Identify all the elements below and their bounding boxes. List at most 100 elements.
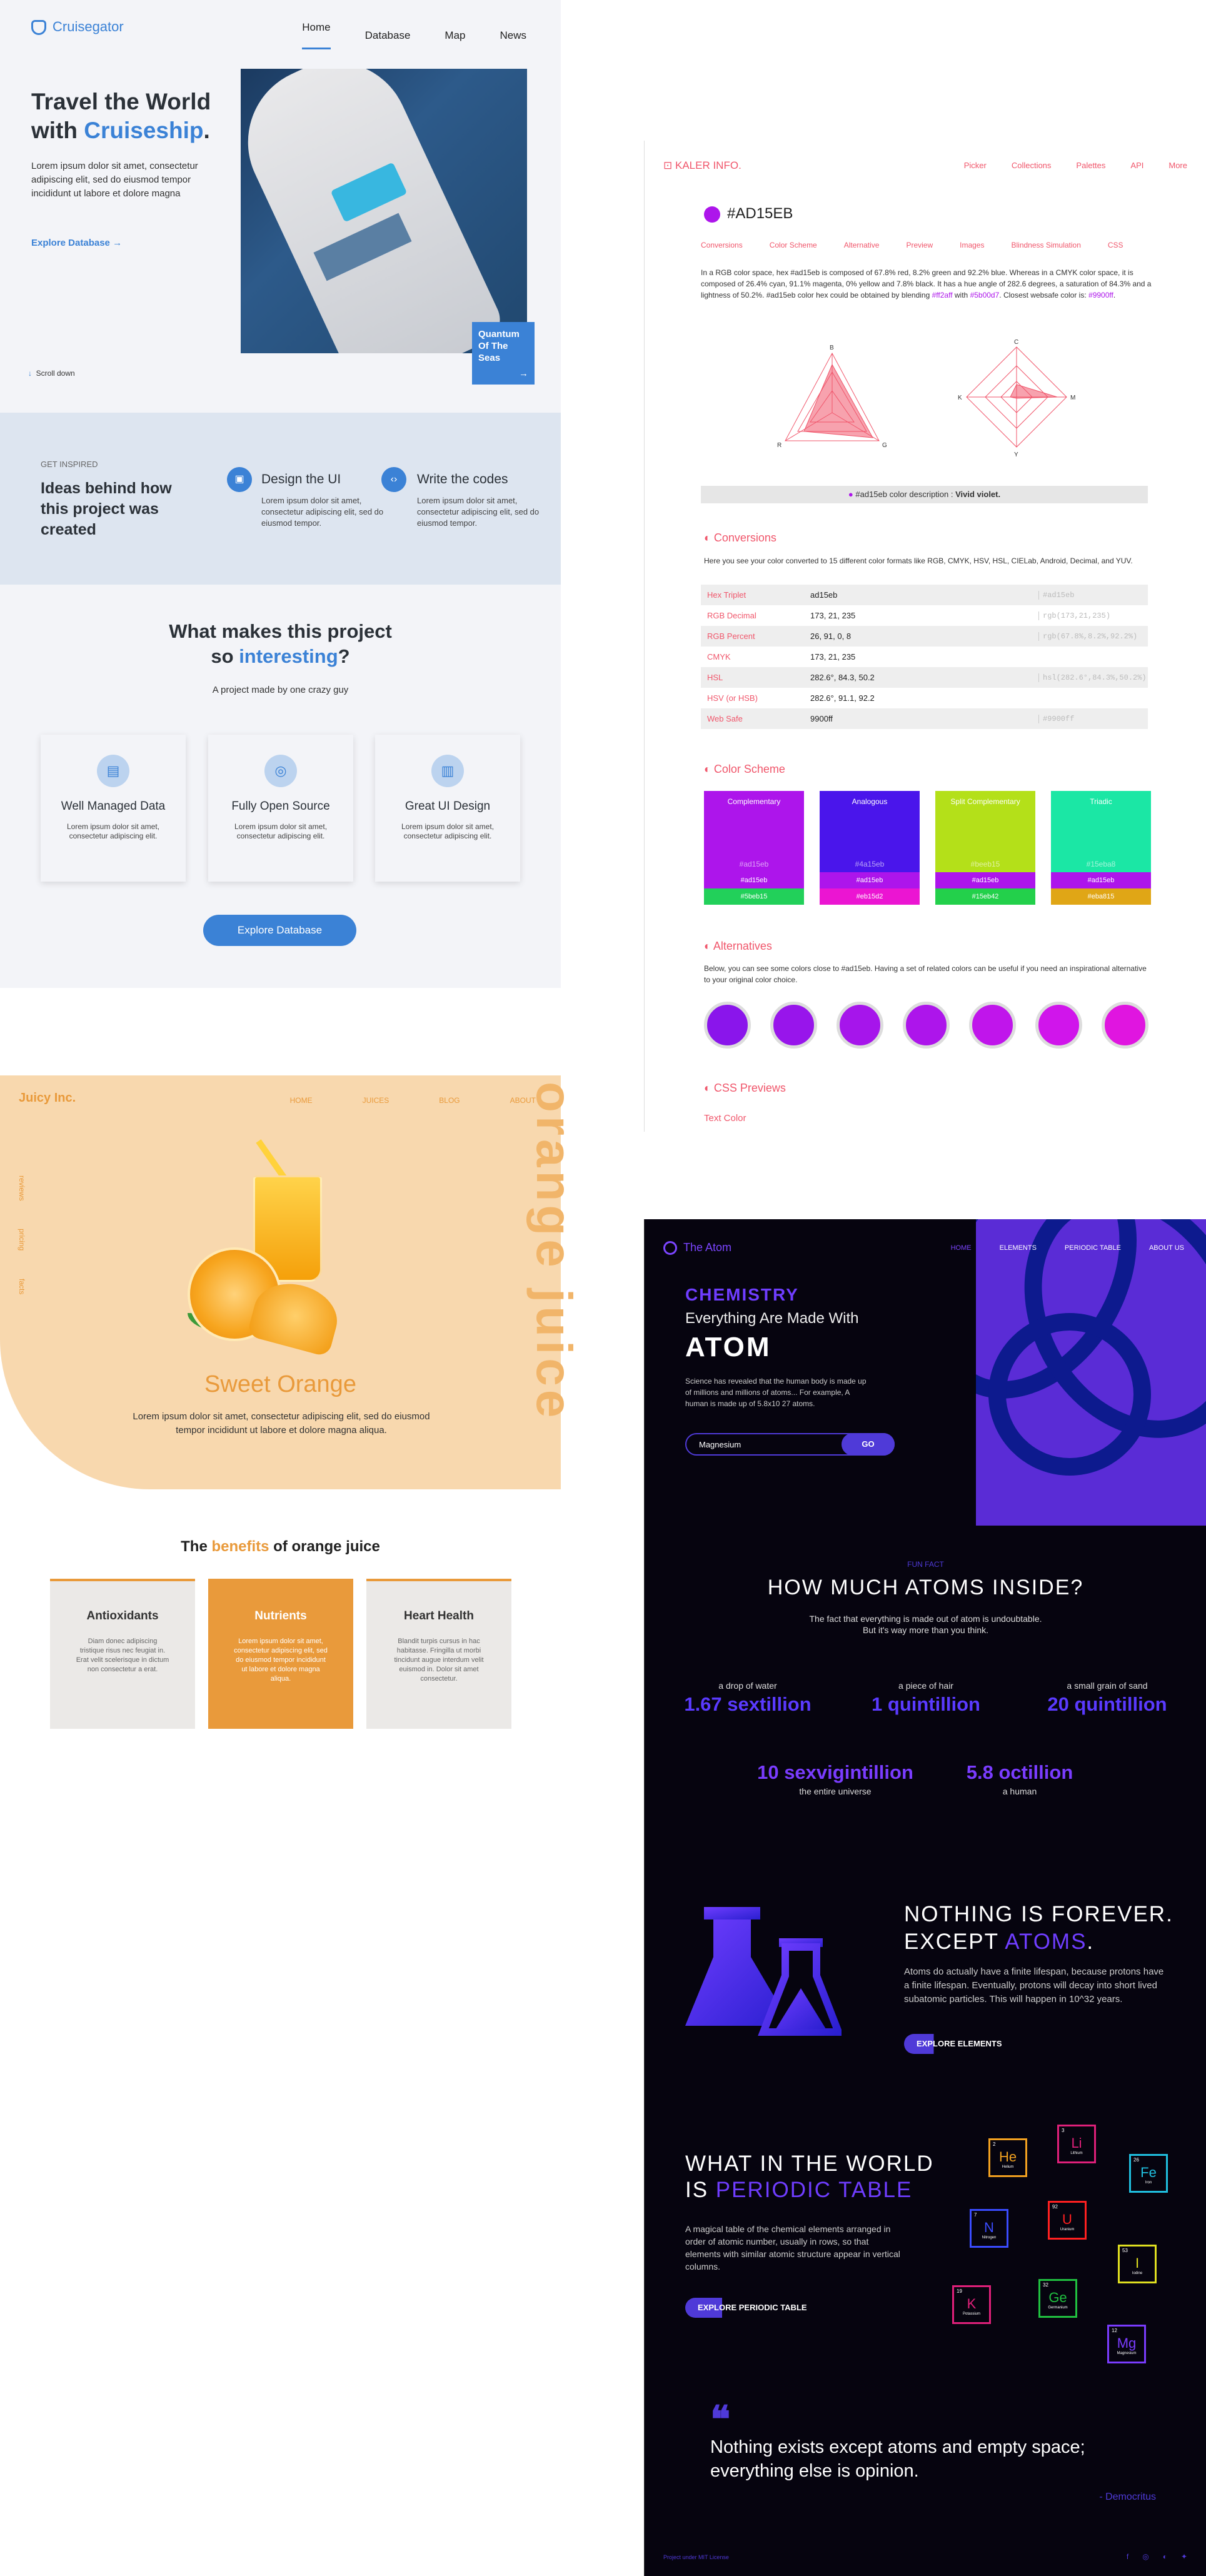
hero-title-highlight: Cruiseship xyxy=(84,118,204,143)
explore-database-link[interactable]: Explore Database → xyxy=(31,238,122,248)
nav-more[interactable]: More xyxy=(1168,161,1187,170)
tab-preview[interactable]: Preview xyxy=(906,241,933,249)
desc-websafe[interactable]: #9900ff xyxy=(1088,291,1113,299)
alt-color-swatch[interactable] xyxy=(837,1002,883,1049)
scroll-down[interactable]: ↓ Scroll down xyxy=(28,369,75,378)
hero-title: Travel the World with Cruiseship. xyxy=(31,88,238,145)
drop-icon: ◐ xyxy=(704,940,711,952)
feature-text: Lorem ipsum dolor sit amet, consectetur … xyxy=(401,822,495,840)
cruise-logo[interactable]: Cruisegator xyxy=(31,19,124,36)
element-tile[interactable]: 7 N Nitrogen xyxy=(970,2209,1008,2248)
alt-color-swatch[interactable] xyxy=(1102,1002,1148,1049)
facebook-icon[interactable]: f xyxy=(1127,2552,1128,2561)
alt-color-swatch[interactable] xyxy=(903,1002,950,1049)
feature-text: Lorem ipsum dolor sit amet, consectetur … xyxy=(234,822,328,840)
forever-end: . xyxy=(1087,1929,1095,1954)
alt-color-swatch[interactable] xyxy=(969,1002,1016,1049)
nav-about[interactable]: ABOUT US xyxy=(1149,1244,1184,1252)
stat-item: a drop of water 1.67 sextillion xyxy=(679,1681,817,1716)
arrow-right-icon: → xyxy=(113,238,123,248)
element-number: 2 xyxy=(993,2141,996,2147)
nav-juices[interactable]: JUICES xyxy=(363,1096,389,1105)
hero-title-end: . xyxy=(203,118,210,143)
ship-caption[interactable]: Quantum Of The Seas → xyxy=(472,322,535,385)
tab-alternative[interactable]: Alternative xyxy=(844,241,880,249)
element-symbol: Mg xyxy=(1117,2335,1137,2351)
scheme-split[interactable]: Split Complementary #beeb15 #ad15eb #15eb42 xyxy=(935,791,1035,905)
periodic-desc: A magical table of the chemical elements… xyxy=(685,2224,900,2272)
nav-palettes[interactable]: Palettes xyxy=(1076,161,1105,170)
nav-home[interactable]: HOME xyxy=(951,1244,972,1252)
tab-conversions[interactable]: Conversions xyxy=(701,241,743,249)
tab-images[interactable]: Images xyxy=(960,241,984,249)
atom-title: ATOM xyxy=(685,1332,771,1362)
tab-blindness[interactable]: Blindness Simulation xyxy=(1011,241,1080,249)
nav-home[interactable]: Home xyxy=(302,21,331,49)
element-tile[interactable]: 19 K Potassium xyxy=(952,2285,991,2324)
nav-news[interactable]: News xyxy=(500,29,526,42)
element-tile[interactable]: 12 Mg Magnesium xyxy=(1107,2325,1146,2363)
explore-database-button[interactable]: Explore Database xyxy=(203,915,356,946)
element-search[interactable]: Magnesium GO xyxy=(685,1433,895,1456)
alt-color-swatch[interactable] xyxy=(770,1002,817,1049)
explore-elements-button[interactable]: EXPLORE ELEMENTS xyxy=(904,2034,1023,2054)
atom-logo[interactable]: The Atom xyxy=(663,1241,731,1255)
tab-color-scheme[interactable]: Color Scheme xyxy=(770,241,817,249)
nav-blog[interactable]: BLOG xyxy=(439,1096,460,1105)
tab-css[interactable]: CSS xyxy=(1108,241,1123,249)
nav-map[interactable]: Map xyxy=(445,29,465,42)
desc-part2: . Closest websafe color is: xyxy=(999,291,1089,299)
desc-blend1[interactable]: #ff2aff xyxy=(932,291,953,299)
desc-blend2[interactable]: #5b00d7 xyxy=(970,291,1000,299)
made-with: Everything Are Made With xyxy=(685,1310,859,1327)
scheme-triadic[interactable]: Triadic #15eba8 #ad15eb #eba815 xyxy=(1051,791,1151,905)
element-tile[interactable]: 92 U Uranium xyxy=(1048,2201,1087,2240)
element-name: Germanium xyxy=(1048,2306,1068,2310)
element-symbol: N xyxy=(984,2220,994,2235)
radar-label-b: B xyxy=(830,345,834,351)
explore-periodic-button[interactable]: EXPLORE PERIODIC TABLE xyxy=(685,2298,832,2318)
row-value: 9900ff xyxy=(810,714,833,723)
kaler-brand: KALER INFO. xyxy=(675,159,741,171)
benefit-card[interactable]: Nutrients Lorem ipsum dolor sit amet, con… xyxy=(208,1579,353,1729)
scheme-complementary[interactable]: Complementary #ad15eb #ad15eb #5beb15 xyxy=(704,791,804,905)
search-input[interactable]: Magnesium xyxy=(699,1440,741,1449)
element-tile[interactable]: 2 He Helium xyxy=(988,2138,1027,2177)
stat-item: 10 sexvigintillion the entire universe xyxy=(741,1761,929,1796)
nav-periodic-table[interactable]: PERIODIC TABLE xyxy=(1065,1244,1121,1252)
scheme-bar: #5beb15 xyxy=(704,888,804,905)
element-tile[interactable]: 32 Ge Germanium xyxy=(1038,2279,1077,2318)
drop-icon: ◐ xyxy=(704,763,711,775)
benefit-card[interactable]: Antioxidants Diam donec adipiscing tristi… xyxy=(50,1579,195,1729)
juicy-logo[interactable]: Juicy Inc. xyxy=(19,1091,76,1105)
scheme-analogous[interactable]: Analogous #4a15eb #ad15eb #eb15d2 xyxy=(820,791,920,905)
side-facts[interactable]: facts xyxy=(18,1279,26,1294)
side-reviews[interactable]: reviews xyxy=(18,1175,26,1201)
hero-text: Lorem ipsum dolor sit amet, consectetur … xyxy=(31,161,198,199)
alt-color-swatch[interactable] xyxy=(704,1002,751,1049)
go-button[interactable]: GO xyxy=(842,1433,895,1456)
benefit-card[interactable]: Heart Health Blandit turpis cursus in hac… xyxy=(366,1579,511,1729)
element-tile[interactable]: 26 Fe Iron xyxy=(1129,2154,1168,2193)
nav-elements[interactable]: ELEMENTS xyxy=(1000,1244,1037,1252)
instagram-icon[interactable]: ◎ xyxy=(1142,2552,1148,2561)
nav-database[interactable]: Database xyxy=(365,29,411,42)
github-icon[interactable]: ◐ xyxy=(1163,2552,1167,2561)
element-number: 32 xyxy=(1043,2282,1048,2288)
element-tile[interactable]: 53 I Iodine xyxy=(1118,2245,1157,2283)
alt-color-swatch[interactable] xyxy=(1035,1002,1082,1049)
footer-license[interactable]: Project under MIT License xyxy=(663,2554,729,2560)
kaler-logo[interactable]: ⊡ KALER INFO. xyxy=(663,159,741,172)
atom-page: The Atom HOME ELEMENTS PERIODIC TABLE AB… xyxy=(644,1219,1206,2576)
element-tile[interactable]: 3 Li Lithium xyxy=(1057,2125,1096,2163)
nav-picker[interactable]: Picker xyxy=(964,161,987,170)
nav-home[interactable]: HOME xyxy=(290,1096,313,1105)
nav-api[interactable]: API xyxy=(1130,161,1143,170)
nav-collections[interactable]: Collections xyxy=(1012,161,1052,170)
element-number: 26 xyxy=(1133,2157,1139,2163)
side-pricing[interactable]: pricing xyxy=(18,1229,26,1250)
mid-subtitle: A project made by one crazy guy xyxy=(212,685,349,695)
twitter-icon[interactable]: ✦ xyxy=(1181,2552,1187,2561)
scheme-bar: #eba815 xyxy=(1051,888,1151,905)
scheme-code: #ad15eb xyxy=(739,860,769,868)
